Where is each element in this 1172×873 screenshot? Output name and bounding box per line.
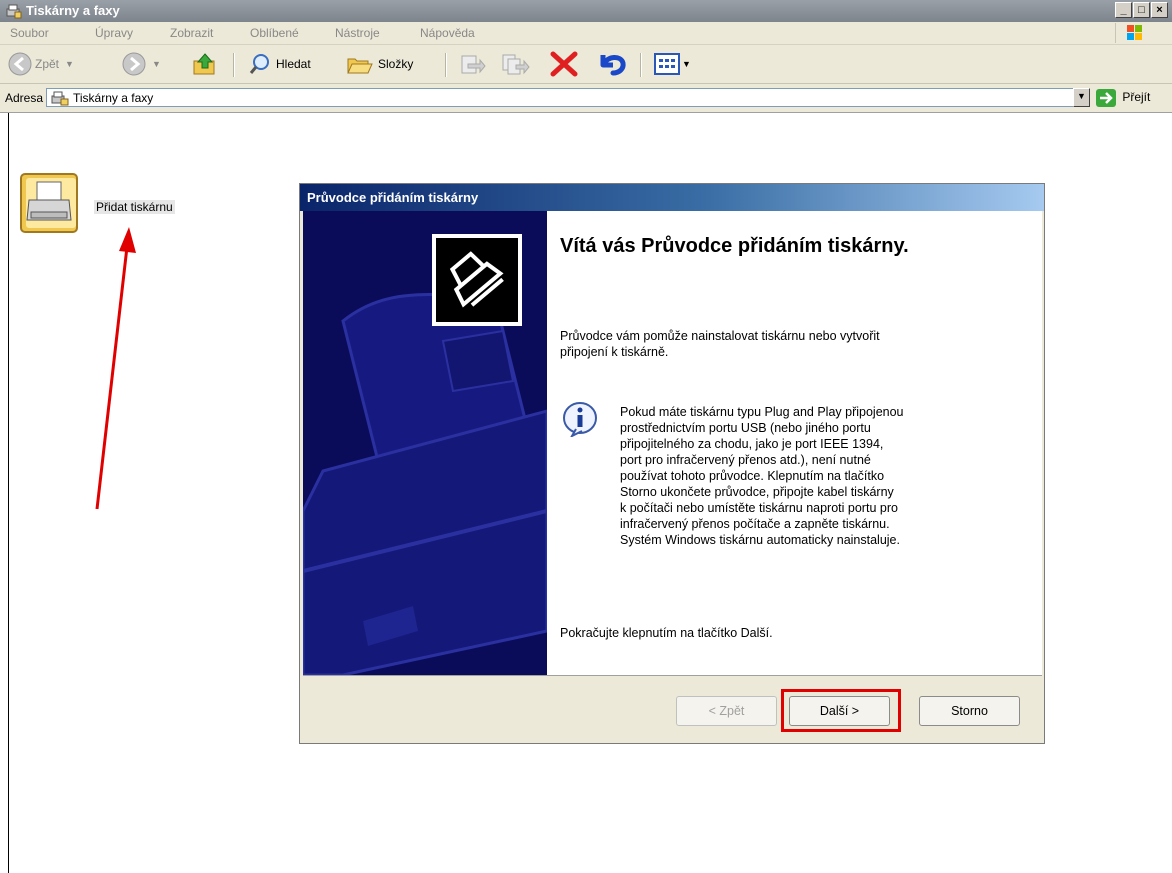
chevron-down-icon: ▼ <box>1077 91 1086 101</box>
info-line: používat tohoto průvodce. Klepnutím na t… <box>620 469 885 483</box>
address-value: Tiskárny a faxy <box>73 91 154 105</box>
address-field[interactable]: Tiskárny a faxy <box>46 88 1090 107</box>
go-button[interactable]: Přejít <box>1096 89 1150 107</box>
info-line: Pokud máte tiskárnu typu Plug and Play p… <box>620 405 904 419</box>
folders-button[interactable]: Složky <box>346 51 413 77</box>
minimize-button[interactable]: _ <box>1115 2 1132 18</box>
title-bar[interactable]: Tiskárny a faxy _ □ × <box>0 0 1172 22</box>
back-arrow-icon <box>8 52 32 76</box>
folders-label: Složky <box>378 57 414 71</box>
copy-to-icon <box>502 54 530 75</box>
search-button[interactable]: Hledat <box>248 51 311 77</box>
add-printer-label[interactable]: Přidat tiskárnu <box>94 200 175 214</box>
wizard-continue-text: Pokračujte klepnutím na tlačítko Další. <box>560 626 773 640</box>
menu-view[interactable]: Zobrazit <box>170 26 213 40</box>
info-line: Storno ukončete průvodce, připojte kabel… <box>620 485 894 499</box>
explorer-window: Tiskárny a faxy _ □ × Soubor Úpravy Zobr… <box>0 0 1172 873</box>
add-printer-item[interactable] <box>17 170 81 236</box>
window-title: Tiskárny a faxy <box>26 3 120 18</box>
wizard-info-text: Pokud máte tiskárnu typu Plug and Play p… <box>620 404 904 548</box>
undo-button[interactable] <box>595 51 627 77</box>
info-line: port pro infračervený přenos atd.), není… <box>620 453 871 467</box>
menu-edit[interactable]: Úpravy <box>95 26 133 40</box>
back-button[interactable]: Zpět ▼ <box>8 51 74 77</box>
undo-icon <box>600 55 626 76</box>
chevron-down-icon: ▼ <box>152 59 161 69</box>
wizard-intro: Průvodce vám pomůže nainstalovat tiskárn… <box>560 328 880 360</box>
intro-line: připojení k tiskárně. <box>560 345 669 359</box>
address-bar: Adresa Tiskárny a faxy ▼ Přejít <box>0 84 1172 113</box>
printer-watermark-icon <box>303 211 547 675</box>
copy-to-button[interactable] <box>500 51 530 77</box>
highlight-box <box>781 689 901 732</box>
views-grid-icon <box>654 53 680 75</box>
go-arrow-icon <box>1096 89 1116 107</box>
back-button[interactable]: < Zpět <box>676 696 777 726</box>
annotation-arrow <box>95 227 136 510</box>
search-icon <box>249 54 269 74</box>
back-label: Zpět <box>35 57 60 71</box>
intro-line: Průvodce vám pomůže nainstalovat tiskárn… <box>560 329 880 343</box>
move-to-icon <box>461 55 486 74</box>
up-folder-icon <box>193 53 215 75</box>
menu-file[interactable]: Soubor <box>10 26 49 40</box>
views-button[interactable]: ▼ <box>654 51 691 77</box>
chevron-down-icon: ▼ <box>65 59 74 69</box>
add-printer-wizard: Průvodce přidáním tiskárny Vítá vás Prův… <box>299 183 1045 744</box>
address-dropdown[interactable]: ▼ <box>1073 88 1090 107</box>
windows-logo <box>1115 23 1154 43</box>
menu-bar: Soubor Úpravy Zobrazit Oblíbené Nástroje… <box>0 22 1172 45</box>
printers-folder-icon <box>51 91 69 106</box>
wizard-heading: Vítá vás Průvodce přidáním tiskárny. <box>560 235 909 257</box>
info-line: připojitelného za chodu, jako je port IE… <box>620 437 884 451</box>
wizard-title-bar[interactable]: Průvodce přidáním tiskárny <box>300 184 1044 211</box>
up-folder-button[interactable] <box>192 51 218 77</box>
menu-help[interactable]: Nápověda <box>420 26 475 40</box>
address-label: Adresa <box>5 91 44 105</box>
forward-button[interactable]: ▼ <box>122 51 161 77</box>
wizard-side-banner <box>303 211 547 675</box>
wizard-title: Průvodce přidáním tiskárny <box>307 190 479 205</box>
info-line: k počítači nebo umístěte tiskárnu naprot… <box>620 501 898 515</box>
search-label: Hledat <box>276 57 311 71</box>
move-to-button[interactable] <box>458 51 486 77</box>
info-line: infračervený přenos počítače a zapněte t… <box>620 517 890 531</box>
delete-button[interactable] <box>549 51 579 77</box>
close-button[interactable]: × <box>1151 2 1168 18</box>
menu-tools[interactable]: Nástroje <box>335 26 380 40</box>
chevron-down-icon: ▼ <box>682 59 691 69</box>
wizard-content-panel: Vítá vás Průvodce přidáním tiskárny. Prů… <box>547 211 1042 675</box>
cancel-button[interactable]: Storno <box>919 696 1020 726</box>
add-printer-icon <box>20 173 78 233</box>
info-line: Systém Windows tiskárnu automaticky nain… <box>620 533 900 547</box>
wizard-button-bar: < Zpět Další > Storno <box>303 675 1042 742</box>
delete-x-icon <box>550 51 578 77</box>
info-icon <box>563 402 597 437</box>
maximize-button[interactable]: □ <box>1133 2 1150 18</box>
menu-favorites[interactable]: Oblíbené <box>250 26 299 40</box>
folders-icon <box>347 58 373 74</box>
printers-folder-icon <box>6 4 22 19</box>
toolbar: Zpět ▼ ▼ Hledat Složky ▼ <box>0 45 1172 84</box>
forward-arrow-icon <box>122 52 146 76</box>
go-label: Přejít <box>1122 90 1151 105</box>
info-line: prostřednictvím portu USB (nebo jiného p… <box>620 421 871 435</box>
